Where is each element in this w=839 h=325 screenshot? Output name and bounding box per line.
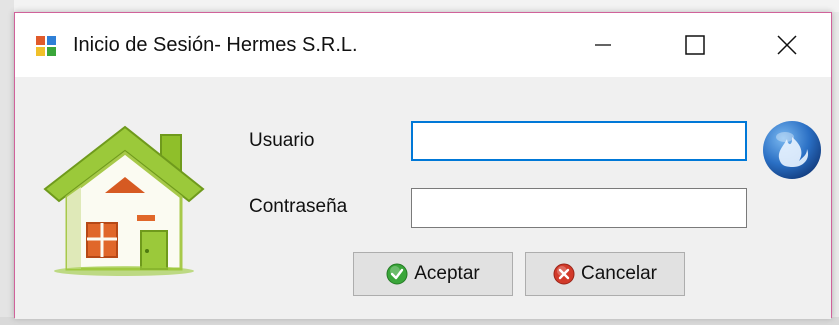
- user-label: Usuario: [249, 130, 315, 151]
- background-app-strip-left: [0, 0, 14, 325]
- background-app-strip-top: [0, 0, 839, 12]
- title-bar[interactable]: Inicio de Sesión- Hermes S.R.L.: [15, 13, 831, 77]
- accept-button[interactable]: Aceptar: [353, 252, 513, 296]
- close-button[interactable]: [741, 13, 833, 77]
- globe-icon: [763, 121, 821, 179]
- cancel-button-label: Cancelar: [580, 263, 658, 284]
- login-dialog: Inicio de Sesión- Hermes S.R.L. Usuario …: [14, 12, 832, 319]
- minimize-button[interactable]: [557, 13, 649, 77]
- maximize-button[interactable]: [649, 13, 741, 77]
- minimize-icon: [595, 44, 611, 46]
- close-icon: [777, 35, 797, 55]
- cancel-button[interactable]: Cancelar: [525, 252, 685, 296]
- user-input[interactable]: [411, 121, 747, 161]
- house-icon: [43, 125, 205, 276]
- window-title: Inicio de Sesión- Hermes S.R.L.: [73, 34, 358, 56]
- app-icon: [36, 36, 56, 56]
- password-input[interactable]: [411, 188, 747, 228]
- accept-button-label: Aceptar: [414, 263, 480, 284]
- dialog-body: Usuario Contraseña Aceptar Cancelar: [15, 77, 831, 319]
- password-label: Contraseña: [249, 196, 348, 217]
- cancel-icon: [553, 263, 575, 285]
- check-icon: [386, 263, 408, 285]
- maximize-icon: [685, 35, 705, 55]
